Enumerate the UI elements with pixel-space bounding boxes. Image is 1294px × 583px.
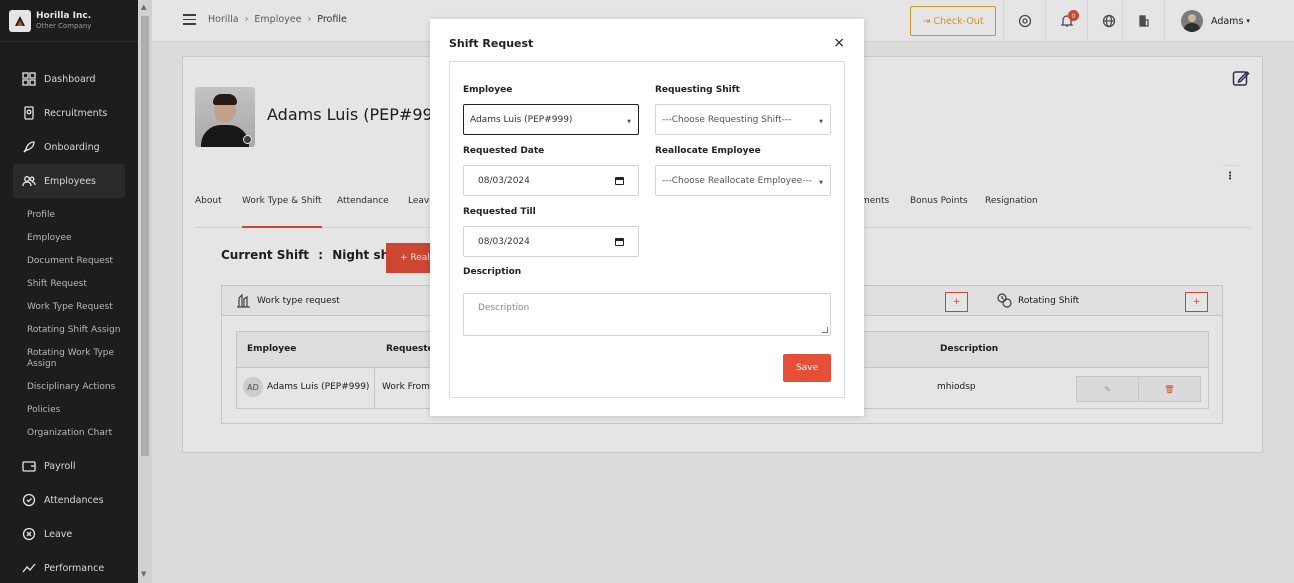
chevron-down-icon: ▼ [819,180,823,186]
chevron-down-icon: ▼ [819,119,823,125]
calendar-icon[interactable] [615,177,624,185]
resize-handle-icon[interactable] [822,327,828,333]
reallocate-employee-value: ---Choose Reallocate Employee--- [662,175,812,186]
shift-request-form: Employee Adams Luis (PEP#999) ▼ Requesti… [449,61,845,398]
requested-till-value: 08/03/2024 [478,236,530,247]
requested-date-input[interactable]: 08/03/2024 [463,165,639,196]
requesting-shift-label: Requesting Shift [655,85,740,95]
modal-title: Shift Request [449,37,534,50]
reallocate-employee-select[interactable]: ---Choose Reallocate Employee--- ▼ [655,165,831,196]
description-label: Description [463,267,522,277]
employee-select-value: Adams Luis (PEP#999) [470,114,573,125]
chevron-down-icon: ▼ [627,119,631,125]
reallocate-employee-label: Reallocate Employee [655,146,761,156]
requested-date-value: 08/03/2024 [478,175,530,186]
requesting-shift-select[interactable]: ---Choose Requesting Shift--- ▼ [655,104,831,135]
calendar-icon[interactable] [615,238,624,246]
employee-select[interactable]: Adams Luis (PEP#999) ▼ [463,104,639,135]
description-textarea[interactable]: Description [463,293,831,336]
description-placeholder: Description [478,303,530,313]
requesting-shift-value: ---Choose Requesting Shift--- [662,114,792,125]
shift-request-modal: Shift Request × Employee Adams Luis (PEP… [430,19,864,416]
employee-label: Employee [463,85,513,95]
requested-till-input[interactable]: 08/03/2024 [463,226,639,257]
requested-date-label: Requested Date [463,146,545,156]
requested-till-label: Requested Till [463,207,536,217]
save-button[interactable]: Save [783,354,831,382]
close-icon[interactable]: × [833,36,845,50]
